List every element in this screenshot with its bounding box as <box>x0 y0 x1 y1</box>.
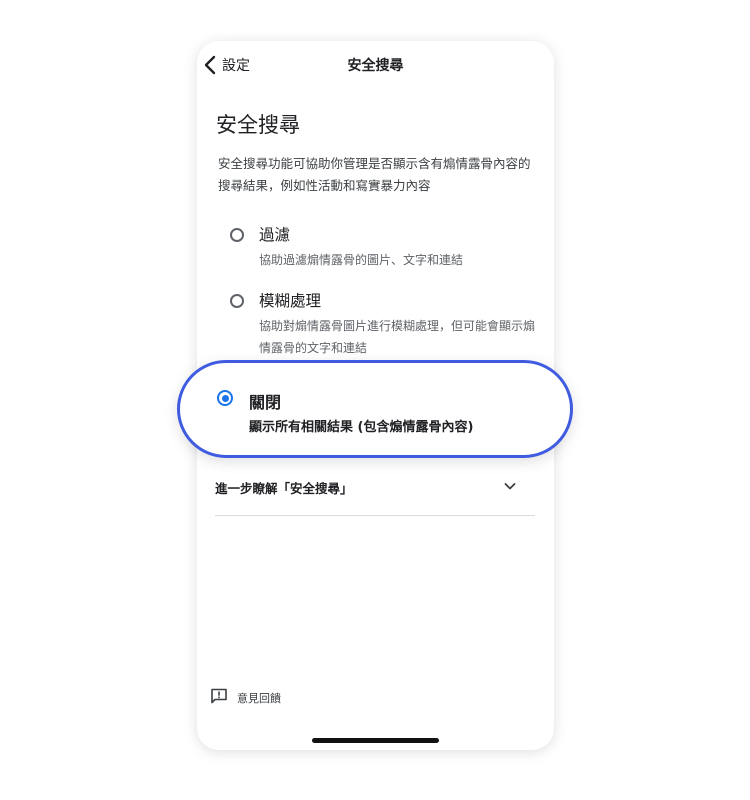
feedback-icon <box>210 687 228 709</box>
chevron-down-icon[interactable] <box>503 478 517 497</box>
option-label: 過濾 <box>259 226 291 244</box>
learn-more-row[interactable]: 進一步瞭解「安全搜尋」 <box>215 469 535 516</box>
page-title: 安全搜尋 <box>216 113 300 137</box>
home-indicator <box>312 738 439 743</box>
option-label: 模糊處理 <box>259 292 322 310</box>
radio-dot <box>221 394 229 402</box>
radio-unselected-icon[interactable] <box>230 228 244 242</box>
option-blur[interactable]: 模糊處理 協助對煽情露骨圖片進行模糊處理，但可能會顯示煽情露骨的文字和連結 <box>227 289 537 359</box>
learn-more-label: 進一步瞭解「安全搜尋」 <box>215 481 353 496</box>
option-label: 關閉 <box>249 393 282 412</box>
option-filter[interactable]: 過濾 協助過濾煽情露骨的圖片、文字和連結 <box>227 223 537 273</box>
feedback-label: 意見回饋 <box>237 692 281 705</box>
top-app-bar: 設定 安全搜尋 <box>197 41 554 89</box>
option-off-highlighted[interactable]: 關閉 顯示所有相關結果 (包含煽情露骨內容) <box>177 360 573 458</box>
option-description: 協助過濾煽情露骨的圖片、文字和連結 <box>259 253 464 267</box>
radio-unselected-icon[interactable] <box>230 294 244 308</box>
app-bar-title: 安全搜尋 <box>347 58 404 74</box>
page-description: 安全搜尋功能可協助你管理是否顯示含有煽情露骨內容的搜尋結果，例如性活動和寫實暴力… <box>218 156 531 193</box>
option-description: 協助對煽情露骨圖片進行模糊處理，但可能會顯示煽情露骨的文字和連結 <box>259 319 536 355</box>
option-description: 顯示所有相關結果 (包含煽情露骨內容) <box>249 420 474 435</box>
radio-selected-icon[interactable] <box>217 390 233 406</box>
feedback-button[interactable]: 意見回饋 <box>210 687 281 709</box>
